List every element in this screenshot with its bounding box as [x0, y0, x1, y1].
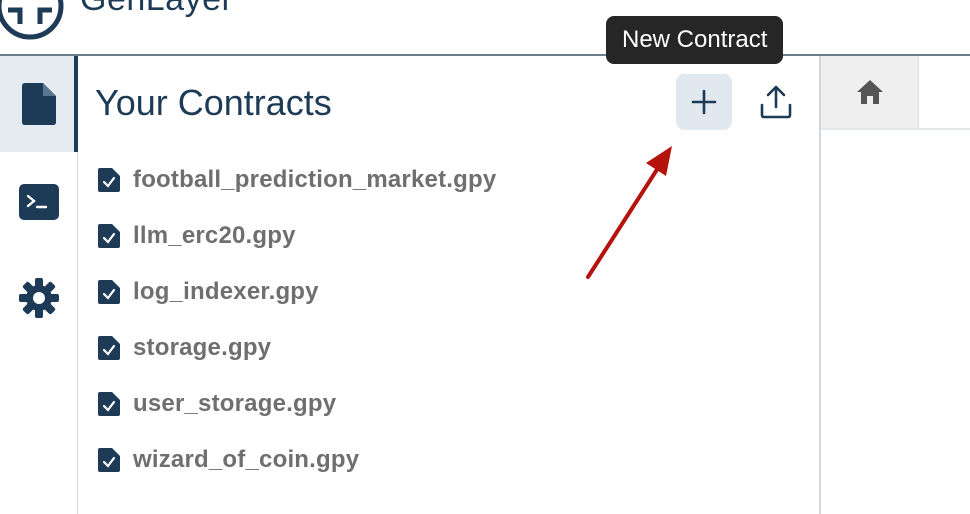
- list-item[interactable]: llm_erc20.gpy: [98, 208, 496, 264]
- file-check-icon: [98, 336, 120, 360]
- sidebar-item-contracts[interactable]: [0, 56, 78, 152]
- list-item[interactable]: wizard_of_coin.gpy: [98, 432, 496, 488]
- sidebar-item-terminal[interactable]: [0, 154, 78, 250]
- panel-title: Your Contracts: [95, 82, 332, 123]
- upload-icon: [760, 85, 792, 119]
- plus-icon: [691, 89, 717, 115]
- file-name: football_prediction_market.gpy: [133, 166, 497, 193]
- file-name: log_indexer.gpy: [133, 278, 319, 305]
- file-name: user_storage.gpy: [133, 390, 337, 417]
- terminal-icon: [19, 184, 59, 220]
- file-check-icon: [98, 168, 120, 192]
- file-check-icon: [98, 280, 120, 304]
- file-name: wizard_of_coin.gpy: [133, 446, 360, 473]
- list-item[interactable]: football_prediction_market.gpy: [98, 152, 496, 208]
- contracts-panel: Your Contracts football_prediction_marke…: [78, 56, 821, 514]
- sidebar-item-settings[interactable]: [0, 250, 78, 346]
- new-contract-tooltip: New Contract: [606, 16, 784, 64]
- list-item[interactable]: user_storage.gpy: [98, 376, 496, 432]
- genlayer-logo-icon: [0, 0, 64, 40]
- file-check-icon: [98, 448, 120, 472]
- file-name: storage.gpy: [133, 334, 272, 361]
- sidebar: [0, 56, 78, 514]
- file-check-icon: [98, 392, 120, 416]
- list-item[interactable]: log_indexer.gpy: [98, 264, 496, 320]
- contract-file-list: football_prediction_market.gpy llm_erc20…: [98, 152, 496, 488]
- top-bar: GenLayer: [0, 0, 970, 56]
- home-icon: [856, 80, 883, 104]
- list-item[interactable]: storage.gpy: [98, 320, 496, 376]
- editor-tab-bar: [821, 56, 970, 130]
- new-contract-button[interactable]: [676, 74, 732, 130]
- gear-icon: [19, 278, 59, 318]
- tab-home[interactable]: [821, 56, 919, 128]
- file-check-icon: [98, 224, 120, 248]
- file-icon: [22, 83, 56, 125]
- upload-contract-button[interactable]: [748, 74, 804, 130]
- app-logo-text: GenLayer: [80, 0, 233, 19]
- file-name: llm_erc20.gpy: [133, 222, 296, 249]
